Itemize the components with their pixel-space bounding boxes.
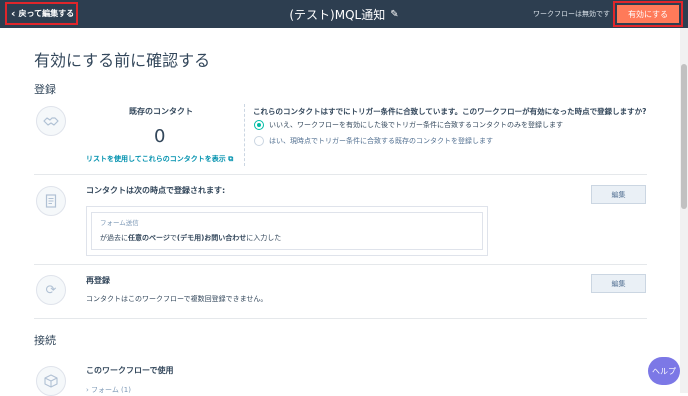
trigger-form: (デモ用)お問い合わせ — [176, 234, 247, 242]
trigger-card-outer: フォーム送信 が過去に任意のページで(デモ用)お問い合わせに入力した — [86, 206, 488, 256]
cube-icon — [36, 366, 66, 396]
radio-option-yes-label[interactable]: はい、現時点でトリガー条件に合致する既存のコンタクトを登録します — [269, 136, 493, 146]
workflow-status: ワークフローは無効です — [533, 10, 610, 18]
divider — [34, 174, 647, 175]
radio-option-yes[interactable] — [254, 136, 264, 146]
existing-contacts-label: 既存のコンタクト — [129, 107, 193, 116]
trigger-card[interactable]: フォーム送信 が過去に任意のページで(デモ用)お問い合わせに入力した — [91, 212, 483, 250]
trigger-suffix: に入力した — [246, 234, 282, 242]
back-label: 戻って編集する — [18, 9, 75, 18]
trigger-mid: で — [169, 234, 177, 242]
section-title-enroll: 登録 — [34, 83, 56, 96]
trigger-card-desc: が過去に任意のページで(デモ用)お問い合わせに入力した — [100, 233, 281, 243]
enroll-question: これらのコンタクトはすでにトリガー条件に合致しています。このワークフローが有効に… — [253, 107, 647, 116]
reenroll-title: 再登録 — [86, 276, 110, 285]
refresh-icon: ⟳ — [36, 275, 66, 305]
scrollbar[interactable] — [680, 28, 688, 393]
pencil-icon[interactable]: ✎ — [390, 9, 398, 20]
used-in-workflow-title: このワークフローで使用 — [86, 366, 174, 375]
handshake-icon — [36, 106, 66, 136]
view-contacts-link[interactable]: リストを使用してこれらのコンタクトを表示 ⧉ — [86, 154, 233, 164]
edit-reenroll-button[interactable]: 編集 — [591, 274, 646, 293]
trigger-prefix: が過去に — [100, 234, 128, 242]
trigger-title: コンタクトは次の時点で登録されます: — [86, 186, 226, 195]
divider — [34, 264, 647, 265]
trigger-card-label: フォーム送信 — [100, 219, 139, 227]
help-button[interactable]: ヘルプ — [648, 357, 680, 385]
divider — [34, 318, 647, 319]
activate-button[interactable]: 有効にする — [613, 1, 683, 27]
existing-contacts-count: 0 — [154, 126, 166, 147]
activate-label: 有効にする — [617, 5, 679, 23]
chevron-left-icon: ‹ — [11, 7, 16, 20]
scrollbar-thumb[interactable] — [681, 64, 687, 209]
radio-option-no[interactable] — [254, 120, 264, 130]
workflow-title-text: (テスト)MQL通知 — [289, 7, 386, 22]
section-title-connections: 接続 — [34, 334, 56, 347]
page-title: 有効にする前に確認する — [34, 51, 211, 70]
reenroll-desc: コンタクトはこのワークフローで複数回登録できません。 — [86, 295, 268, 303]
edit-trigger-button[interactable]: 編集 — [591, 185, 646, 204]
top-bar: ‹ 戻って編集する (テスト)MQL通知 ✎ ワークフローは無効です 有効にする — [0, 0, 688, 28]
trigger-page: 任意のページ — [128, 234, 170, 242]
vertical-divider — [244, 104, 246, 166]
document-icon — [36, 186, 66, 216]
forms-item[interactable]: › フォーム (1) — [86, 385, 131, 395]
back-to-edit-button[interactable]: ‹ 戻って編集する — [5, 2, 78, 25]
view-contacts-link-text: リストを使用してこれらのコンタクトを表示 — [86, 155, 226, 163]
external-link-icon: ⧉ — [228, 155, 234, 163]
radio-option-no-label[interactable]: いいえ、ワークフローを有効にした後でトリガー条件に合致するコンタクトのみを登録し… — [269, 120, 563, 130]
